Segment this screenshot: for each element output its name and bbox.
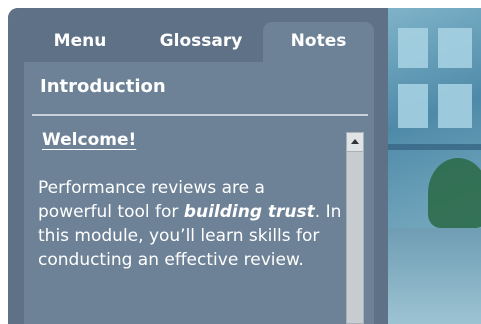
window-pane: [398, 28, 428, 68]
window-frame-bar: [388, 144, 481, 150]
floor: [388, 228, 481, 324]
tab-menu[interactable]: Menu: [30, 22, 130, 62]
tab-bar: Menu Glossary Notes: [8, 22, 374, 62]
tab-glossary[interactable]: Glossary: [148, 22, 254, 62]
plant: [428, 158, 481, 228]
divider: [32, 114, 368, 116]
note-body: Performance reviews are a powerful tool …: [38, 176, 342, 272]
window-frame: Menu Glossary Notes Introduction Welcome…: [8, 8, 481, 324]
window-pane: [438, 84, 472, 128]
scrollbar[interactable]: [346, 132, 364, 324]
notes-content: Introduction Welcome! Performance review…: [24, 62, 374, 324]
note-heading: Welcome!: [42, 130, 137, 150]
window-pane: [438, 28, 472, 68]
note-body-emphasis: building trust: [183, 202, 315, 222]
side-panel: Menu Glossary Notes Introduction Welcome…: [8, 8, 374, 324]
section-title: Introduction: [40, 76, 166, 97]
window-pane: [398, 84, 428, 128]
background-scene-image: [388, 8, 481, 324]
tab-notes[interactable]: Notes: [263, 22, 374, 62]
scroll-up-arrow-icon[interactable]: [347, 133, 363, 152]
